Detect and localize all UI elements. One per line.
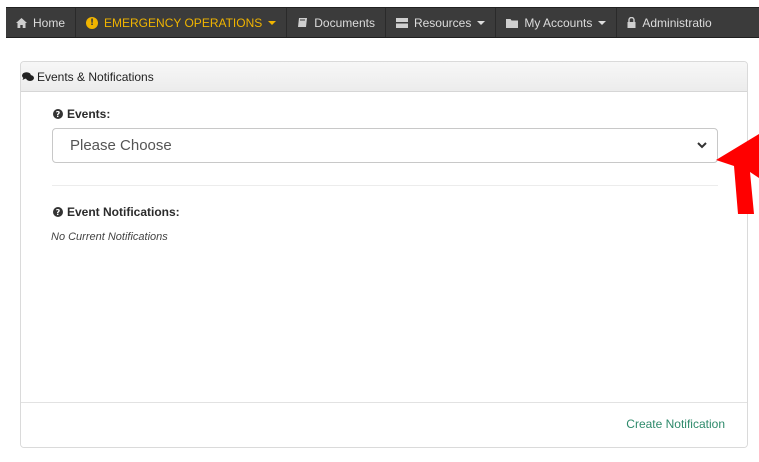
no-notifications-text: No Current Notifications (51, 231, 168, 243)
nav-emergency-operations[interactable]: ! EMERGENCY OPERATIONS (76, 8, 288, 37)
caret-down-icon (477, 20, 486, 25)
nav-my-accounts[interactable]: My Accounts (496, 8, 618, 37)
lock-icon (627, 17, 636, 28)
book-icon (297, 17, 308, 28)
chevron-down-icon (697, 142, 707, 149)
events-select[interactable]: Please Choose (52, 128, 718, 163)
question-circle-icon: ? (53, 109, 63, 119)
top-navbar: Home ! EMERGENCY OPERATIONS Documents Re… (6, 7, 759, 38)
events-label-text: Events: (67, 107, 111, 121)
caret-down-icon (598, 20, 607, 25)
red-arrow-annotation (716, 134, 759, 214)
nav-resources[interactable]: Resources (386, 8, 497, 37)
panel-heading: Events & Notifications (21, 62, 747, 92)
events-label: ? Events: (53, 107, 110, 121)
panel-title: Events & Notifications (37, 69, 154, 84)
create-notification-link[interactable]: Create Notification (626, 417, 725, 431)
section-divider (52, 185, 718, 186)
nav-administration-label: Administratio (642, 15, 712, 30)
comments-icon (22, 71, 34, 82)
nav-home-label: Home (33, 15, 66, 30)
nav-my-accounts-label: My Accounts (524, 15, 593, 30)
events-select-value: Please Choose (70, 137, 172, 154)
panel-footer: Create Notification (21, 402, 747, 447)
server-icon (395, 17, 408, 28)
nav-administration[interactable]: Administratio (617, 8, 721, 37)
nav-resources-label: Resources (413, 15, 472, 30)
folder-icon (506, 18, 519, 28)
nav-home[interactable]: Home (6, 8, 77, 37)
caret-down-icon (268, 20, 277, 25)
nav-documents-label: Documents (314, 15, 375, 30)
exclamation-circle-icon: ! (86, 16, 99, 29)
event-notifications-label-text: Event Notifications: (67, 205, 180, 219)
home-icon (16, 17, 27, 28)
events-notifications-panel: Events & Notifications ? Events: Please … (20, 61, 748, 448)
nav-emergency-operations-label: EMERGENCY OPERATIONS (104, 15, 263, 30)
nav-documents[interactable]: Documents (287, 8, 386, 37)
question-circle-icon: ? (53, 207, 63, 217)
event-notifications-label: ? Event Notifications: (53, 205, 180, 219)
